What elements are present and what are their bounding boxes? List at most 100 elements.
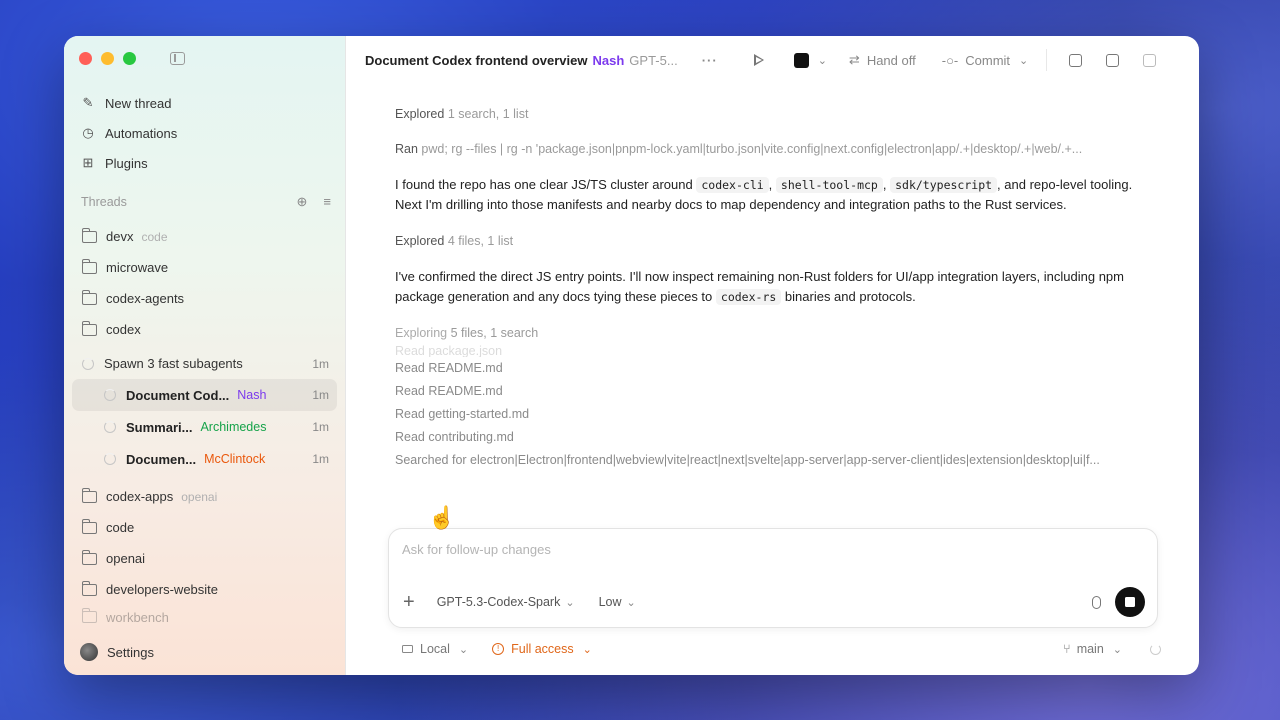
pointer-cursor-icon: ☝	[428, 505, 456, 530]
model-select[interactable]: GPT-5.3-Codex-Spark ⌄	[437, 595, 575, 609]
message-text: binaries and protocols.	[784, 289, 916, 304]
subagent-title: Summari...	[126, 419, 193, 435]
access-select[interactable]: ! Full access ⌄	[492, 642, 592, 656]
grid-icon: ⊞	[82, 155, 94, 170]
thread-label: microwave	[106, 260, 169, 275]
conversation: Explored 1 search, 1 list Ran pwd; rg --…	[395, 104, 1159, 472]
inline-code: codex-cli	[696, 177, 769, 193]
environment-select[interactable]: Local ⌄	[402, 642, 468, 656]
commit-button[interactable]: -○- Commit ⌄	[942, 53, 1029, 68]
export-icon[interactable]	[1106, 53, 1120, 67]
add-attachment-icon[interactable]: +	[403, 592, 415, 612]
activity-explored[interactable]: Explored 4 files, 1 list	[395, 231, 1159, 251]
handoff-icon: ⇄	[848, 52, 860, 67]
folder-icon	[81, 608, 97, 623]
more-options-icon[interactable]: ···	[702, 53, 718, 68]
commit-icon: -○-	[941, 52, 959, 68]
nav-automations[interactable]: ◷ Automations	[78, 118, 335, 148]
thread-code[interactable]: code	[72, 512, 337, 543]
diff-panel-icon[interactable]	[1143, 53, 1157, 67]
thread-label: codex-agents	[106, 291, 185, 306]
thread-label: developers-website	[106, 582, 219, 597]
branch-icon: ⑂	[1063, 642, 1071, 656]
sidebar-toggle-icon[interactable]	[170, 52, 185, 65]
new-thread-icon: ✎	[82, 95, 94, 110]
activity-detail: pwd; rg --files | rg -n 'package.json|pn…	[421, 142, 1083, 156]
chevron-down-icon: ⌄	[626, 597, 636, 609]
threads-header: Threads ⊕ ≡	[81, 194, 331, 210]
window-controls	[79, 52, 136, 65]
composer-toolbar: + GPT-5.3-Codex-Spark ⌄ Low ⌄	[403, 587, 1145, 617]
thread-label: code	[106, 520, 135, 535]
branch-select[interactable]: ⑂ main ⌄	[1063, 642, 1122, 656]
settings-button[interactable]: Settings	[80, 643, 154, 661]
thread-microwave[interactable]: microwave	[72, 252, 337, 283]
minimize-window-button[interactable]	[101, 52, 114, 65]
nav-plugins[interactable]: ⊞ Plugins	[78, 148, 335, 178]
folder-icon	[81, 549, 97, 565]
hand-off-label: Hand off	[866, 52, 916, 68]
thread-list: devx code microwave codex-agents codex S…	[72, 221, 337, 629]
loading-spinner-icon	[104, 453, 116, 465]
activity-detail: 4 files, 1 list	[447, 234, 514, 248]
composer: Ask for follow-up changes + GPT-5.3-Code…	[388, 528, 1158, 628]
activity-ran[interactable]: Ran pwd; rg --files | rg -n 'package.jso…	[395, 139, 1159, 159]
chevron-down-icon: ⌄	[582, 643, 592, 656]
thread-title: Document Codex frontend overview	[365, 52, 588, 68]
chevron-down-icon: ⌄	[1112, 643, 1122, 656]
chevron-down-icon: ⌄	[1019, 54, 1029, 67]
read-list: Read package.json Read README.md Read RE…	[395, 345, 1159, 472]
thread-codex-agents[interactable]: codex-agents	[72, 283, 337, 314]
thread-label: codex-apps	[106, 489, 174, 504]
thread-spawn[interactable]: Spawn 3 fast subagents 1m	[72, 348, 337, 379]
warning-icon: !	[492, 643, 505, 655]
zoom-window-button[interactable]	[123, 52, 136, 65]
thread-sub: openai	[181, 489, 218, 504]
activity-label: Exploring	[395, 326, 448, 340]
folder-icon	[81, 487, 97, 503]
thread-devx[interactable]: devx code	[72, 221, 337, 252]
subagent-thread[interactable]: Summari... Archimedes 1m	[72, 411, 337, 443]
hand-off-button[interactable]: ⇄ Hand off	[849, 52, 916, 68]
agent-name: Nash	[592, 52, 625, 68]
activity-label: Ran	[395, 142, 418, 156]
thread-codex[interactable]: codex	[72, 314, 337, 345]
thread-openai[interactable]: openai	[72, 543, 337, 574]
activity-explored[interactable]: Explored 1 search, 1 list	[395, 104, 1159, 124]
inline-code: shell-tool-mcp	[775, 177, 883, 193]
thread-workbench[interactable]: workbench	[72, 605, 337, 629]
environment-label: Local	[420, 642, 450, 656]
thread-codex-apps[interactable]: codex-apps openai	[72, 481, 337, 512]
activity-label: Explored	[395, 234, 445, 248]
status-footer: Local ⌄ ! Full access ⌄ ⑂ main ⌄	[402, 642, 1161, 656]
nav-new-thread[interactable]: ✎ New thread	[78, 88, 335, 118]
thread-label: workbench	[106, 609, 169, 625]
inline-code: sdk/typescript	[890, 177, 998, 193]
thread-developers-website[interactable]: developers-website	[72, 574, 337, 605]
loading-spinner-icon	[104, 389, 116, 401]
follow-up-input[interactable]: Ask for follow-up changes	[402, 542, 551, 557]
close-window-button[interactable]	[79, 52, 92, 65]
commit-label: Commit	[965, 52, 1011, 68]
effort-select[interactable]: Low ⌄	[599, 595, 636, 609]
subagent-thread[interactable]: Documen... McClintock 1m	[72, 443, 337, 475]
play-icon[interactable]	[753, 54, 764, 66]
microphone-icon[interactable]	[1092, 595, 1101, 609]
stop-button[interactable]	[1115, 587, 1145, 617]
terminal-app-icon[interactable]	[793, 52, 809, 68]
assistant-message: I found the repo has one clear JS/TS clu…	[395, 175, 1159, 215]
terminal-toggle-icon[interactable]	[1069, 53, 1083, 67]
list-item: Searched for electron|Electron|frontend|…	[395, 453, 1100, 467]
thread-label: devx	[106, 229, 134, 244]
chevron-down-icon: ⌄	[458, 643, 469, 656]
activity-exploring[interactable]: Exploring 5 files, 1 search	[395, 323, 1159, 343]
list-item: Read README.md	[395, 384, 503, 398]
new-folder-icon[interactable]: ⊕	[297, 194, 308, 210]
chevron-down-icon[interactable]: ⌄	[818, 54, 827, 67]
topbar: Document Codex frontend overview Nash GP…	[346, 36, 1199, 84]
list-item: Read getting-started.md	[395, 407, 530, 421]
laptop-icon	[402, 645, 413, 653]
filter-icon[interactable]: ≡	[323, 194, 331, 210]
subagent-thread[interactable]: Document Cod... Nash 1m	[72, 379, 337, 411]
thread-sub: code	[141, 229, 168, 244]
